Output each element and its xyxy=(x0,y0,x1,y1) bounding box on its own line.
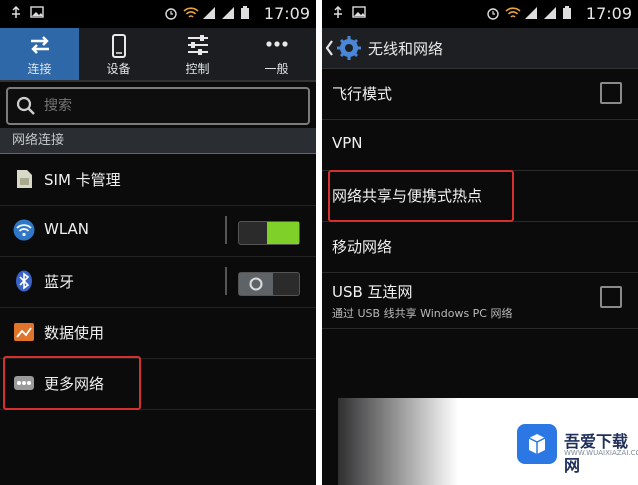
data-usage-icon xyxy=(14,323,34,341)
cell-signal-icon xyxy=(524,6,537,19)
sidebar-item-bluetooth[interactable]: 蓝牙 xyxy=(0,256,316,308)
divider xyxy=(225,267,227,295)
status-bar: 17:09 xyxy=(322,0,638,28)
row-label: WLAN xyxy=(44,220,90,238)
usb-icon xyxy=(10,5,22,18)
off-circle-icon xyxy=(249,277,263,291)
battery-icon xyxy=(562,6,574,19)
section-header-network: 网络连接 xyxy=(0,128,316,154)
tab-label: 连接 xyxy=(27,62,52,76)
tab-connections[interactable]: 连接 xyxy=(0,28,79,80)
list-item-airplane-mode[interactable]: 飞行模式 xyxy=(322,68,638,120)
highlight-box-tethering xyxy=(328,170,514,222)
watermark-url: WWW.WUAIXIAZAI.COM xyxy=(564,449,638,457)
swap-arrows-icon xyxy=(30,36,49,54)
phone-icon xyxy=(111,34,126,58)
tab-label: 控制 xyxy=(185,62,210,76)
sidebar-item-sim-management[interactable]: SIM 卡管理 xyxy=(0,154,316,206)
status-bar: 17:09 xyxy=(0,0,316,28)
sidebar-item-wlan[interactable]: WLAN xyxy=(0,205,316,257)
more-dots-icon xyxy=(265,41,288,47)
list-item-usb-internet[interactable]: USB 互连网 通过 USB 线共享 Windows PC 网络 xyxy=(322,272,638,329)
sidebar-item-data-usage[interactable]: 数据使用 xyxy=(0,307,316,359)
title-bar: 无线和网络 xyxy=(322,28,638,69)
status-time: 17:09 xyxy=(585,4,632,23)
search-input[interactable] xyxy=(42,95,296,117)
cell-signal-2-icon xyxy=(221,6,234,19)
page-title: 无线和网络 xyxy=(368,40,444,58)
battery-icon xyxy=(240,6,252,19)
sim-card-icon xyxy=(17,170,32,188)
toggle-off-knob xyxy=(239,273,273,295)
watermark-logo-icon xyxy=(517,424,557,464)
status-time: 17:09 xyxy=(263,4,310,23)
bluetooth-icon xyxy=(16,270,32,292)
settings-tabs: 连接 设备 控制 一般 xyxy=(0,28,316,82)
list-item-mobile-networks[interactable]: 移动网络 xyxy=(322,221,638,273)
wlan-toggle[interactable] xyxy=(238,221,300,245)
alarm-icon xyxy=(164,6,177,20)
tab-label: 一般 xyxy=(264,62,289,76)
usb-icon xyxy=(332,5,344,18)
back-settings-icon[interactable] xyxy=(324,33,364,63)
row-label: SIM 卡管理 xyxy=(44,171,121,189)
image-notification-icon xyxy=(352,6,366,18)
row-label: VPN xyxy=(332,134,363,152)
row-label: 移动网络 xyxy=(332,238,393,256)
tab-device[interactable]: 设备 xyxy=(79,28,158,80)
divider xyxy=(225,216,227,244)
search-box[interactable] xyxy=(6,87,310,125)
sliders-icon xyxy=(187,35,208,55)
wifi-signal-icon xyxy=(183,6,199,18)
row-label: 数据使用 xyxy=(44,324,105,342)
wifi-signal-icon xyxy=(505,6,521,18)
row-label: USB 互连网 xyxy=(332,283,413,301)
connections-settings-screen: 17:09 连接 设备 控制 一般 搜索 网络连接 SIM 卡管理 WLAN 蓝… xyxy=(0,0,316,485)
wifi-icon xyxy=(13,219,35,241)
toggle-on-knob xyxy=(267,222,299,244)
bluetooth-toggle[interactable] xyxy=(238,272,300,296)
image-notification-icon xyxy=(30,6,44,18)
airplane-mode-checkbox[interactable] xyxy=(600,82,622,104)
highlight-box-more-networks xyxy=(3,356,141,410)
tab-controls[interactable]: 控制 xyxy=(158,28,237,80)
usb-internet-checkbox[interactable] xyxy=(600,286,622,308)
row-sublabel: 通过 USB 线共享 Windows PC 网络 xyxy=(332,307,513,320)
tab-label: 设备 xyxy=(106,62,131,76)
search-icon xyxy=(16,96,35,115)
cell-signal-icon xyxy=(202,6,215,19)
cell-signal-2-icon xyxy=(543,6,556,19)
row-label: 蓝牙 xyxy=(44,273,75,291)
alarm-icon xyxy=(486,6,499,20)
list-item-vpn[interactable]: VPN xyxy=(322,119,638,171)
tab-general[interactable]: 一般 xyxy=(237,28,316,80)
row-label: 飞行模式 xyxy=(332,85,393,103)
